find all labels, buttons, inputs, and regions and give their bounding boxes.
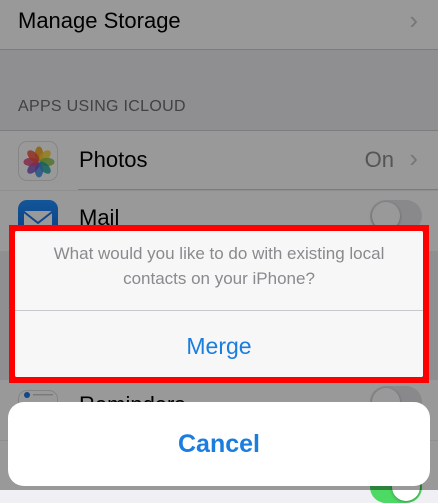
cancel-button[interactable]: Cancel: [8, 402, 430, 486]
action-sheet-message: What would you like to do with existing …: [12, 227, 426, 311]
merge-button[interactable]: Merge: [12, 312, 426, 381]
action-sheet: What would you like to do with existing …: [12, 227, 426, 381]
icloud-settings-screen: Manage Storage › APPS USING ICLOUD Photo…: [0, 0, 438, 503]
